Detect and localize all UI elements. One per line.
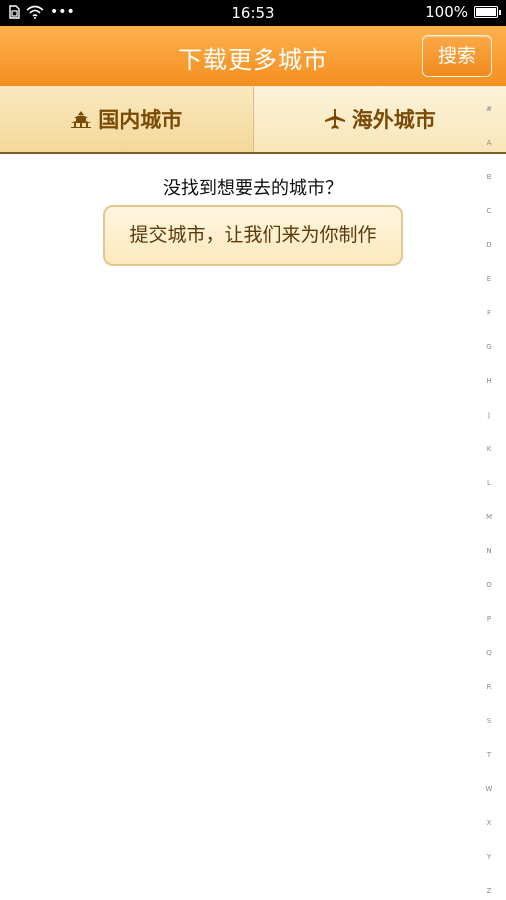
pagoda-icon: [71, 111, 92, 128]
index-letter[interactable]: D: [486, 240, 491, 250]
index-letter[interactable]: S: [487, 716, 491, 726]
submit-city-button[interactable]: 提交城市，让我们来为你制作: [103, 205, 403, 266]
tab-domestic-label: 国内城市: [98, 108, 183, 132]
tab-overseas-label: 海外城市: [351, 108, 436, 132]
index-letter[interactable]: T: [487, 750, 491, 760]
index-letter[interactable]: A: [487, 138, 492, 148]
header-bar: 下载更多城市 搜索: [0, 26, 506, 86]
index-letter[interactable]: W: [486, 784, 493, 794]
airplane-icon: [324, 109, 345, 129]
city-tabs: 国内城市 海外城市: [0, 86, 506, 154]
index-letter[interactable]: M: [486, 512, 492, 522]
tab-overseas-cities[interactable]: 海外城市: [253, 86, 506, 152]
index-letter[interactable]: R: [487, 682, 492, 692]
tab-domestic-cities[interactable]: 国内城市: [0, 86, 254, 152]
index-letter[interactable]: #: [486, 104, 492, 114]
index-letter[interactable]: N: [486, 546, 491, 556]
battery-text: 100%: [425, 3, 468, 21]
index-letter[interactable]: Z: [487, 886, 492, 896]
index-letter[interactable]: Y: [487, 852, 491, 862]
index-letter[interactable]: B: [487, 172, 492, 182]
battery-icon: [474, 6, 501, 18]
index-letter[interactable]: L: [487, 478, 491, 488]
index-letter[interactable]: C: [487, 206, 492, 216]
index-letter[interactable]: K: [487, 444, 492, 454]
index-letter[interactable]: O: [486, 580, 492, 590]
index-letter[interactable]: G: [486, 342, 491, 352]
empty-state-prompt: 没找到想要去的城市？: [163, 178, 343, 199]
search-button[interactable]: 搜索: [422, 35, 492, 77]
index-letter[interactable]: P: [487, 614, 491, 624]
index-letter[interactable]: F: [487, 308, 491, 318]
index-letter[interactable]: E: [487, 274, 491, 284]
battery-fill: [476, 8, 496, 16]
index-letter[interactable]: J: [488, 410, 490, 420]
status-bar: ••• 16:53 100%: [0, 0, 506, 26]
index-letter[interactable]: X: [487, 818, 492, 828]
alphabet-index-bar[interactable]: # A B C D E F G H J K L M N O P Q R S T W X Y Z: [482, 104, 496, 896]
index-letter[interactable]: H: [486, 376, 491, 386]
status-right: 100%: [425, 3, 501, 21]
index-letter[interactable]: Q: [486, 648, 492, 658]
